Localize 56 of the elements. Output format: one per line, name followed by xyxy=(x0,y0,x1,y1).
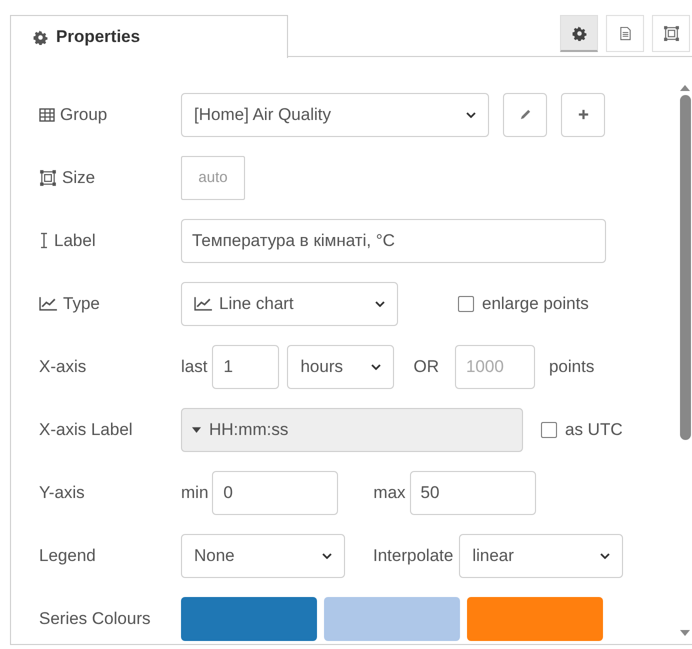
chevron-down-icon xyxy=(371,364,382,370)
field-label: Label xyxy=(54,230,96,250)
chevron-down-icon xyxy=(600,552,610,558)
min-input[interactable]: 0 xyxy=(212,470,338,514)
scroll-down-icon[interactable] xyxy=(680,630,690,636)
chevron-down-icon xyxy=(466,112,476,118)
points-input[interactable]: 1000 xyxy=(454,344,535,388)
chevron-down-icon xyxy=(375,300,385,306)
checkbox-label: enlarge points xyxy=(482,294,589,314)
line-chart-icon xyxy=(194,296,213,311)
field-label: Group xyxy=(60,104,108,124)
type-select[interactable]: Line chart xyxy=(181,282,398,326)
document-button[interactable] xyxy=(606,15,644,52)
frame-button[interactable] xyxy=(652,15,690,52)
field-label: Size xyxy=(62,168,96,188)
text-cursor-icon xyxy=(39,232,49,249)
colour-swatch[interactable] xyxy=(324,596,460,640)
settings-button[interactable] xyxy=(560,15,598,52)
format-field[interactable]: HH:mm:ss xyxy=(181,408,523,452)
interpolate-label: Interpolate xyxy=(373,546,454,566)
gear-icon xyxy=(33,30,48,44)
field-label: X-axis xyxy=(39,356,86,376)
group-select[interactable]: [Home] Air Quality xyxy=(181,92,489,136)
max-input[interactable]: 50 xyxy=(410,470,536,514)
colour-swatch[interactable] xyxy=(467,596,603,640)
or-label: OR xyxy=(413,356,439,376)
unit-select[interactable]: hours xyxy=(287,344,394,388)
caret-icon xyxy=(192,426,201,432)
checkbox-label: as UTC xyxy=(565,420,623,440)
chevron-down-icon xyxy=(322,552,332,558)
points-label: points xyxy=(548,356,594,376)
field-label: X-axis Label xyxy=(39,420,133,440)
field-label: Series Colours xyxy=(39,608,150,628)
duration-input[interactable]: 1 xyxy=(212,344,280,388)
checkbox[interactable] xyxy=(458,296,474,312)
field-label: Type xyxy=(63,294,100,314)
label-input[interactable]: Температура в кімнаті, °C xyxy=(181,218,606,262)
gear-icon xyxy=(572,26,586,40)
interpolate-select[interactable]: linear xyxy=(459,534,624,578)
frame-icon xyxy=(662,25,680,42)
max-label: max xyxy=(373,482,406,502)
document-icon xyxy=(618,26,632,41)
colour-swatch[interactable] xyxy=(181,596,317,640)
prefix-label: last xyxy=(181,356,208,376)
checkbox[interactable] xyxy=(541,422,557,438)
line-chart-icon xyxy=(39,296,58,311)
plus-icon xyxy=(576,108,590,121)
pencil-icon xyxy=(518,108,532,121)
scroll-up-icon[interactable] xyxy=(680,85,690,91)
field-label: Y-axis xyxy=(39,482,85,502)
legend-select[interactable]: None xyxy=(181,534,345,578)
table-icon xyxy=(39,108,55,122)
min-label: min xyxy=(181,482,208,502)
frame-icon xyxy=(39,168,57,186)
field-label: Legend xyxy=(39,546,96,566)
properties-tab[interactable]: Properties xyxy=(10,15,288,58)
